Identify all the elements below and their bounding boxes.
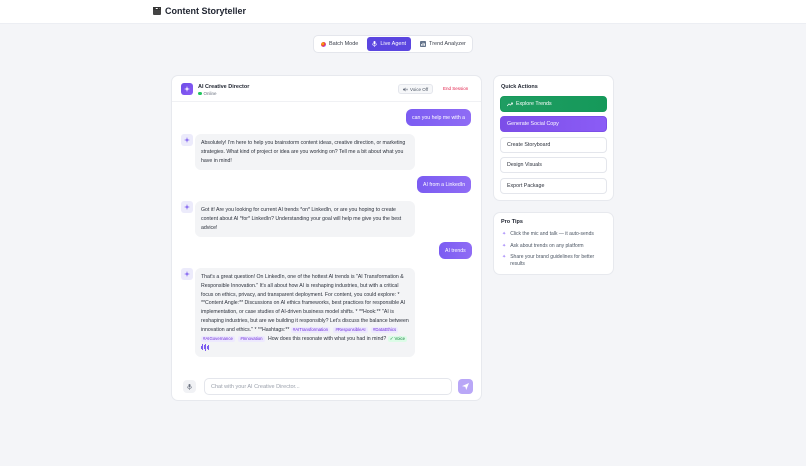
- bot-message-text: That's a great question! On LinkedIn, on…: [201, 274, 409, 333]
- mode-batch-button[interactable]: Batch Mode: [316, 37, 363, 51]
- pro-tip-text: Click the mic and talk — it auto-sends: [510, 231, 594, 237]
- sparkle-icon: [184, 204, 190, 210]
- end-session-button[interactable]: End Session: [443, 86, 468, 91]
- online-status-icon: [198, 91, 202, 96]
- voice-toggle-label: Voice Off: [410, 86, 429, 92]
- pro-tips-panel: Pro Tips ✦ Click the mic and talk — it a…: [493, 212, 614, 275]
- palette-icon: [321, 41, 326, 47]
- mode-live-agent-label: Live Agent: [380, 41, 407, 47]
- export-package-button[interactable]: Export Package: [500, 178, 607, 194]
- microphone-icon: [187, 383, 192, 390]
- create-storyboard-button[interactable]: Create Storyboard: [500, 137, 607, 153]
- hashtag[interactable]: #DataEthics: [371, 326, 399, 333]
- trending-up-icon: [507, 102, 513, 106]
- quick-actions-panel: Quick Actions Explore Trends Generate So…: [493, 75, 614, 201]
- hashtag[interactable]: #AITransformation: [290, 326, 330, 333]
- sparkle-icon: ✦: [502, 231, 507, 237]
- bot-message-closing: How does this resonate with what you had…: [268, 335, 387, 342]
- sparkle-icon: ✦: [502, 254, 507, 260]
- agent-status: Online: [198, 91, 217, 96]
- voice-toggle-button[interactable]: Voice Off: [398, 84, 434, 94]
- mode-batch-label: Batch Mode: [329, 41, 359, 47]
- bot-message-avatar: [181, 201, 193, 213]
- sparkle-icon: [184, 86, 190, 92]
- chat-input[interactable]: [204, 378, 452, 395]
- hashtag[interactable]: #AIGovernance: [201, 335, 235, 342]
- bot-message: Got it! Are you looking for current AI t…: [195, 201, 415, 238]
- agent-status-text: Online: [203, 91, 217, 96]
- pro-tip: ✦ Click the mic and talk — it auto-sends: [502, 231, 607, 238]
- chat-input-row: [180, 377, 474, 395]
- hashtag[interactable]: #Innovation: [238, 335, 265, 342]
- user-message: AI from a LinkedIn: [417, 176, 472, 193]
- agent-name: AI Creative Director: [198, 84, 250, 90]
- microphone-icon: [372, 41, 378, 47]
- hashtag[interactable]: #ResponsibleAI: [333, 326, 368, 333]
- pro-tip: ✦ Share your brand guidelines for better…: [502, 254, 607, 268]
- agent-avatar: [181, 83, 193, 95]
- bot-message-long: That's a great question! On LinkedIn, on…: [195, 268, 415, 358]
- mode-live-agent-button[interactable]: Live Agent: [367, 37, 412, 51]
- pro-tips-title: Pro Tips: [501, 219, 523, 225]
- quick-actions-title: Quick Actions: [501, 84, 538, 90]
- bot-message-avatar: [181, 268, 193, 280]
- send-icon: [462, 383, 469, 390]
- design-visuals-button[interactable]: Design Visuals: [500, 157, 607, 173]
- voice-badge: ✓ Voice: [387, 335, 407, 342]
- chat-panel: AI Creative Director Online Voice Off En…: [171, 75, 482, 401]
- mode-switch: Batch Mode Live Agent Trend Analyzer: [313, 35, 473, 53]
- bot-message: Absolutely! I'm here to help you brainst…: [195, 134, 415, 171]
- user-message: can you help me with a: [406, 109, 472, 126]
- bar-chart-icon: [420, 41, 427, 47]
- pro-tip: ✦ Ask about trends on any platform: [502, 243, 607, 250]
- app-title-text: Content Storyteller: [165, 6, 247, 16]
- top-bar: Content Storyteller: [0, 0, 806, 24]
- mode-trend-analyzer-button[interactable]: Trend Analyzer: [415, 37, 471, 51]
- audio-waveform-icon[interactable]: [201, 343, 210, 351]
- explore-trends-label: Explore Trends: [516, 101, 552, 107]
- sparkle-icon: ✦: [502, 243, 507, 249]
- speaker-muted-icon: [403, 87, 408, 91]
- pro-tip-text: Ask about trends on any platform: [510, 243, 584, 249]
- app-title: Content Storyteller: [153, 6, 246, 16]
- send-button[interactable]: [458, 379, 473, 394]
- clapperboard-icon: [153, 7, 161, 15]
- explore-trends-button[interactable]: Explore Trends: [500, 96, 607, 112]
- chat-header: AI Creative Director Online Voice Off En…: [172, 76, 481, 102]
- generate-social-copy-button[interactable]: Generate Social Copy: [500, 116, 607, 132]
- bot-message-avatar: [181, 134, 193, 146]
- user-message: AI trends: [439, 242, 472, 259]
- pro-tip-text: Share your brand guidelines for better r…: [510, 254, 595, 267]
- mic-button[interactable]: [183, 380, 196, 393]
- sparkle-icon: [184, 137, 190, 143]
- mode-trend-analyzer-label: Trend Analyzer: [429, 41, 466, 47]
- sparkle-icon: [184, 271, 190, 277]
